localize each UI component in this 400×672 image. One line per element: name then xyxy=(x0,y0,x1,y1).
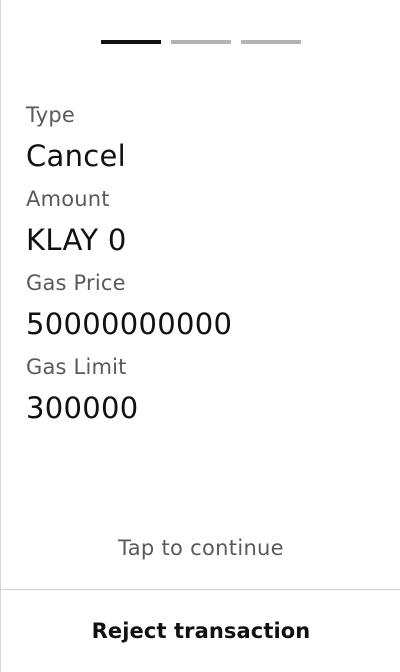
amount-label: Amount xyxy=(26,187,110,211)
reject-transaction-button[interactable]: Reject transaction xyxy=(1,590,400,672)
gas-price-label: Gas Price xyxy=(26,271,126,295)
field-gas-limit: Gas Limit 300000 xyxy=(26,353,380,428)
progress-step-2 xyxy=(171,40,231,44)
type-value: Cancel xyxy=(26,139,127,173)
gas-limit-value: 300000 xyxy=(26,391,139,425)
field-gas-price: Gas Price 50000000000 xyxy=(26,269,380,344)
progress-step-1 xyxy=(101,40,161,44)
amount-value: KLAY 0 xyxy=(26,223,127,257)
tap-to-continue-hint[interactable]: Tap to continue xyxy=(1,534,400,562)
transaction-confirm-screen[interactable]: Type Cancel Amount KLAY 0 Gas Price 5000… xyxy=(0,0,400,672)
progress-step-3 xyxy=(241,40,301,44)
field-amount: Amount KLAY 0 xyxy=(26,185,380,260)
gas-limit-label: Gas Limit xyxy=(26,355,127,379)
transaction-details: Type Cancel Amount KLAY 0 Gas Price 5000… xyxy=(26,101,380,437)
gas-price-value: 50000000000 xyxy=(26,307,233,341)
field-type: Type Cancel xyxy=(26,101,380,176)
type-label: Type xyxy=(26,103,76,127)
step-progress-indicator xyxy=(101,40,301,44)
